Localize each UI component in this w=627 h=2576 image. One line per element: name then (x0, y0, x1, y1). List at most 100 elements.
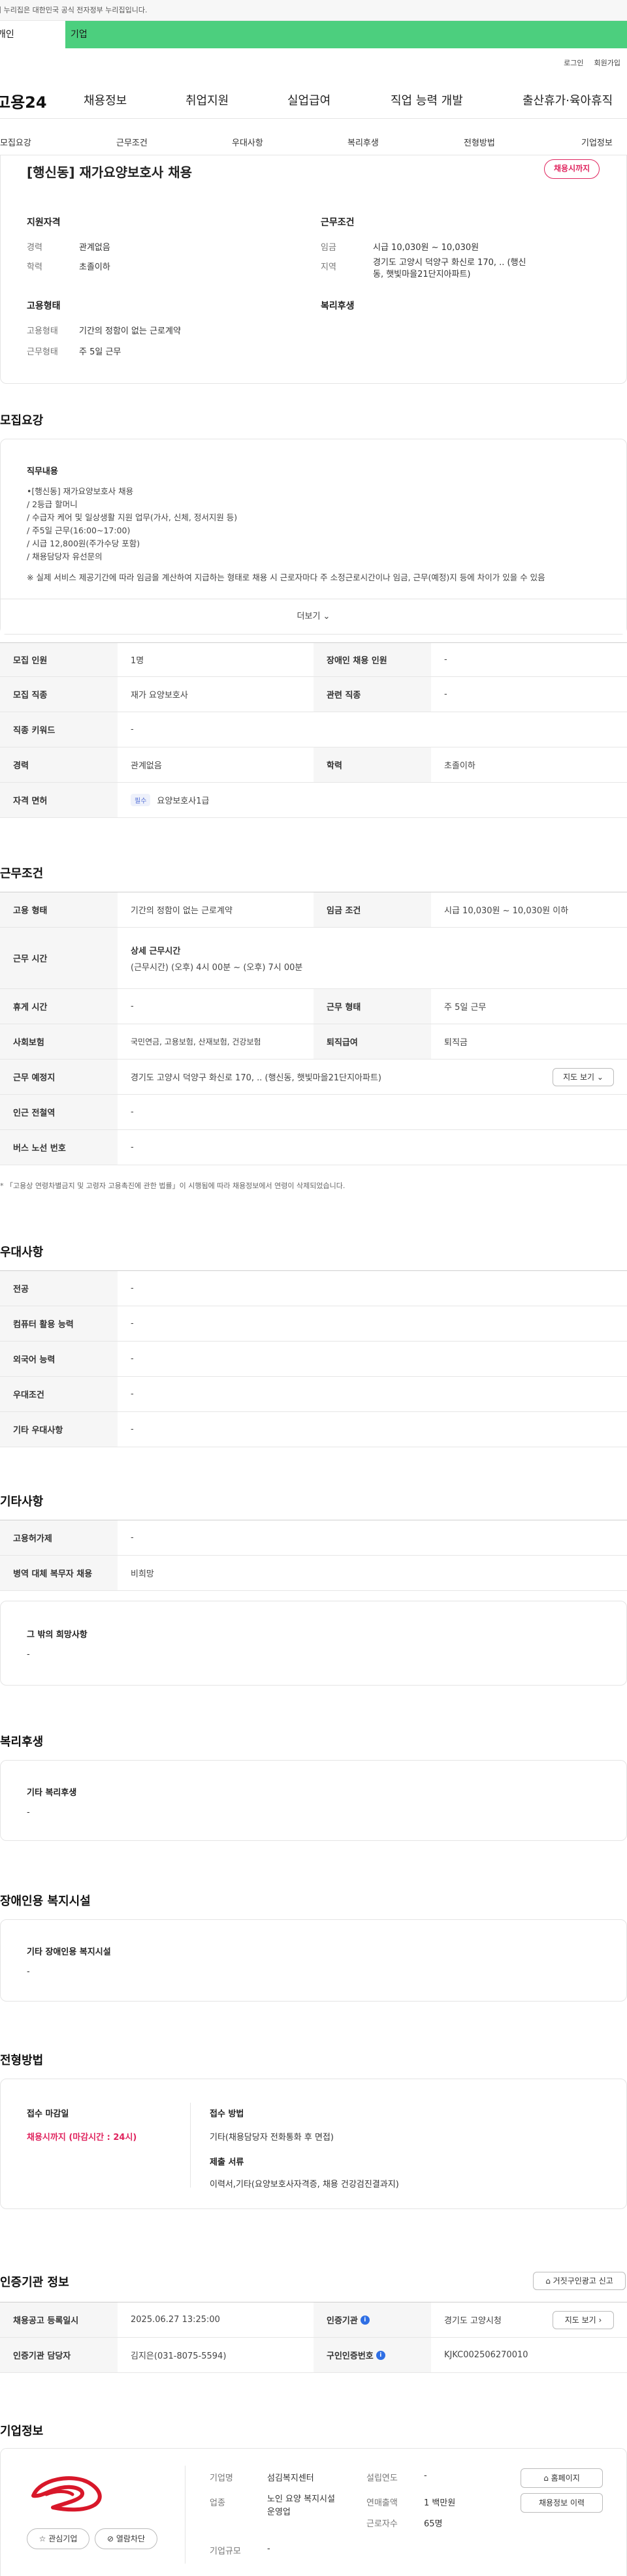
disabled-value: - (27, 1967, 30, 1977)
table-row: 우대조건 - (0, 1377, 627, 1412)
company-title: 기업정보 (0, 2425, 44, 2438)
table-header: 근무 형태 (314, 989, 431, 1024)
company-sales-value: 1 백만원 (424, 2498, 456, 2508)
gnb-item-jobs[interactable]: 채용정보 (84, 91, 127, 108)
table-cell: - (131, 1107, 134, 1117)
table-header: 외국어 능력 (0, 1342, 118, 1376)
home-icon: ⌂ (543, 2474, 551, 2483)
table-row: 고용 형태 기간의 정함이 없는 근로계약 임금 조건 시급 10,030원 ~… (0, 892, 627, 928)
disabled-label: 기타 장애인용 복지시설 (27, 1947, 111, 1957)
subnav-recruit[interactable]: 모집요강 (0, 136, 31, 148)
duty-line: / 시급 12,800원(주가수당 포함) (27, 539, 140, 548)
report-button[interactable]: ⌂ 거짓구인광고 신고 (533, 2272, 626, 2290)
company-card: ☆ 관심기업 ⊘ 열람차단 기업명 섬김복지센터 설립연도 - 업종 노인 요양… (0, 2448, 627, 2576)
deadline-value: 채용시까지 (마감시간 : 24시) (27, 2133, 137, 2143)
table-cell: - (444, 689, 447, 699)
signup-link[interactable]: 회원가입 (594, 59, 620, 67)
table-header: 전공 (0, 1271, 118, 1306)
table-cell: 기간의 정함이 없는 근로계약 (131, 906, 233, 916)
table-cell: - (131, 1533, 134, 1543)
table-cell: - (131, 1319, 134, 1328)
company-sales-key: 연매출액 (366, 2498, 398, 2508)
table-cell: 상세 근무시간 (근무시간) (오후) 4시 00분 ~ (오후) 7시 00분 (131, 928, 302, 988)
tab-personal[interactable]: 개인 (0, 21, 65, 48)
info-icon[interactable]: i (360, 2315, 370, 2325)
gnb-item-training[interactable]: 직업 능력 개발 (391, 91, 463, 108)
site-logo[interactable]: 고용24 (0, 89, 68, 112)
table-cell: 시급 10,030원 ~ 10,030원 이하 (444, 906, 569, 916)
table-cell: 필수 요양보호사1급 (131, 783, 209, 817)
table-row: 휴게 시간 - 근무 형태 주 5일 근무 (0, 989, 627, 1024)
job-summary-card: [행신동] 재가요양보호사 채용 채용시까지 지원자격 경력 관계없음 학력 초… (0, 155, 627, 384)
hope-label: 그 밖의 희망사항 (27, 1630, 88, 1640)
table-row: 직종 키워드 - (0, 712, 627, 747)
gnb-item-unemployment[interactable]: 실업급여 (287, 91, 330, 108)
table-header: 인증기관 i (314, 2302, 431, 2337)
subnav-process[interactable]: 전형방법 (464, 136, 495, 148)
gnb-item-employment-support[interactable]: 취업지원 (185, 91, 229, 108)
emp-type-key: 고용형태 (27, 326, 58, 336)
table-header: 구인인증번호 i (314, 2338, 431, 2372)
work-table: 고용 형태 기간의 정함이 없는 근로계약 임금 조건 시급 10,030원 ~… (0, 892, 627, 1166)
welfare-label: 기타 복리후생 (27, 1788, 77, 1798)
required-tag: 필수 (131, 794, 151, 806)
pref-title: 우대사항 (0, 1246, 44, 1259)
process-card: 접수 마감일 채용시까지 (마감시간 : 24시) 접수 방법 기타(채용담당자… (0, 2079, 627, 2209)
table-header: 기타 우대사항 (0, 1412, 118, 1447)
tab-personal-label: 개인 (0, 29, 14, 40)
table-header: 버스 노선 번호 (0, 1130, 118, 1165)
recruit-title: 모집요강 (0, 414, 44, 428)
table-cell: 김지은(031-8075-5594) (131, 2351, 227, 2361)
duty-line: / 2등급 할머니 (27, 499, 78, 509)
table-header: 학력 (314, 747, 431, 782)
table-header: 컴퓨터 활용 능력 (0, 1306, 118, 1341)
welfare-title: 복리후생 (0, 1735, 44, 1749)
tab-company[interactable]: 기업 (65, 21, 88, 48)
favorite-company-button[interactable]: ☆ 관심기업 (27, 2528, 89, 2549)
global-nav: 고용24 채용정보 취업지원 실업급여 직업 능력 개발 출산휴가·육아휴직 (0, 84, 627, 119)
etc-title: 기타사항 (0, 1495, 44, 1509)
gnb-item-leave[interactable]: 출산휴가·육아휴직 (522, 91, 613, 108)
map-button[interactable]: 지도 보기 ⌄ (553, 1068, 614, 1086)
duty-line: / 수급자 케어 및 일상생활 지원 업무(가사, 신체, 정서지원 등) (27, 512, 238, 522)
duty-label: 직무내용 (27, 467, 58, 477)
company-year-key: 설립연도 (366, 2474, 398, 2483)
method-label: 접수 방법 (210, 2109, 244, 2119)
table-cell: 1명 (131, 656, 144, 666)
homepage-button[interactable]: ⌂ 홈페이지 (521, 2468, 603, 2488)
process-divider (190, 2103, 191, 2188)
table-header: 경력 (0, 747, 118, 782)
more-bar[interactable]: 더보기 ⌄ (1, 599, 626, 634)
job-history-button[interactable]: 채용정보 이력 (521, 2493, 603, 2513)
support-career-key: 경력 (27, 243, 42, 253)
table-row: 컴퓨터 활용 능력 - (0, 1306, 627, 1342)
emp-shift-value: 주 5일 근무 (79, 347, 121, 357)
login-link[interactable]: 로그인 (564, 59, 583, 67)
support-heading: 지원자격 (27, 217, 61, 228)
block-company-button[interactable]: ⊘ 열람차단 (95, 2528, 157, 2549)
subnav-company[interactable]: 기업정보 (581, 136, 613, 148)
org-map-button[interactable]: 지도 보기 › (553, 2311, 614, 2329)
table-cell: 비희망 (131, 1569, 154, 1579)
id-key-label: 구인인증번호 (327, 2351, 374, 2361)
table-header: 인근 전철역 (0, 1095, 118, 1129)
table-cell: - (131, 725, 134, 734)
chevron-down-icon: ⌄ (320, 612, 330, 621)
table-header: 임금 조건 (314, 892, 431, 927)
table-row: 채용공고 등록일시 2025.06.27 13:25:00 인증기관 i 경기도 … (0, 2302, 627, 2338)
job-title: [행신동] 재가요양보호사 채용 (27, 165, 193, 180)
table-cell: - (131, 1389, 134, 1399)
table-row: 사회보험 국민연금, 고용보험, 산재보험, 건강보험 퇴직급여 퇴직금 (0, 1024, 627, 1060)
table-header: 병역 대체 복무자 채용 (0, 1556, 118, 1590)
subnav-preference[interactable]: 우대사항 (232, 136, 263, 148)
subnav-conditions[interactable]: 근무조건 (116, 136, 148, 148)
table-row: 외국어 능력 - (0, 1342, 627, 1377)
subnav-welfare[interactable]: 복리후생 (347, 136, 379, 148)
duty-line: •[행신동] 재가요양보호사 채용 (27, 486, 134, 496)
table-cell: 관계없음 (131, 761, 162, 771)
job-history-label: 채용정보 이력 (538, 2498, 585, 2507)
info-icon[interactable]: i (376, 2350, 385, 2360)
process-title: 전형방법 (0, 2054, 44, 2067)
map-button-label: 지도 보기 (563, 1073, 595, 1082)
user-type-tabs: 개인 기업 (0, 21, 627, 48)
